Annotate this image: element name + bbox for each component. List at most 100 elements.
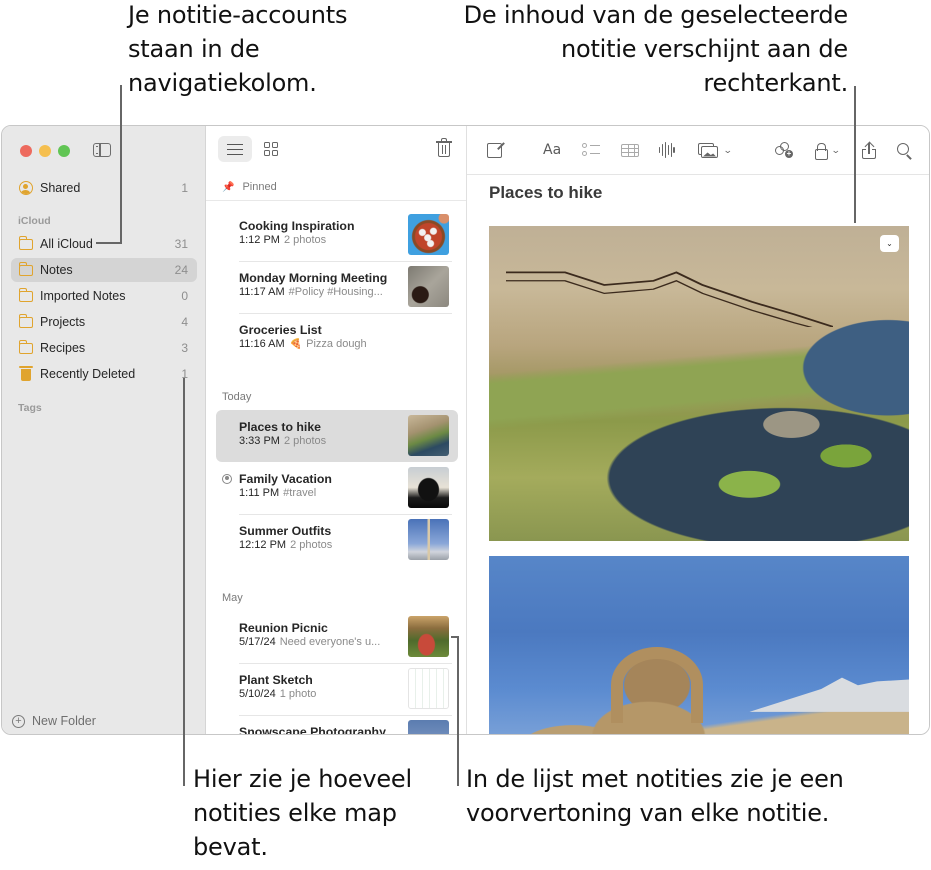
gallery-view-button[interactable] (254, 136, 288, 162)
mountains-detail (749, 677, 909, 712)
compose-icon (487, 142, 502, 158)
note-count: 3 (181, 341, 188, 355)
window-controls (20, 145, 70, 157)
sidebar-item-shared[interactable]: Shared 1 (11, 176, 197, 200)
note-time: 5/17/24 (239, 636, 276, 648)
pinned-header: 📌 Pinned (222, 181, 277, 193)
photo-icon (698, 142, 718, 158)
grid-icon (264, 142, 278, 156)
callout-navigation-column: Je notitie-accounts staan in de navigati… (128, 1, 348, 97)
pin-icon: 📌 (222, 181, 235, 193)
sidebar-toggle-icon[interactable] (93, 143, 111, 157)
zoom-button[interactable] (58, 145, 70, 157)
close-button[interactable] (20, 145, 32, 157)
sidebar-item-all-icloud[interactable]: All iCloud 31 (11, 232, 197, 256)
note-preview: #Policy #Housing... (288, 286, 383, 298)
note-title: Snowscape Photography (239, 725, 386, 734)
note-title: Monday Morning Meeting (239, 271, 388, 285)
section-may: May (222, 592, 243, 604)
note-editor: Aa ⌄ + ⌄ Places to hike ⌄ (467, 126, 929, 734)
note-count: 24 (174, 263, 188, 277)
note-thumbnail (408, 519, 449, 560)
note-preview: 2 photos (283, 435, 327, 447)
sidebar-item-recently-deleted[interactable]: Recently Deleted 1 (11, 362, 197, 386)
note-list-toolbar (218, 136, 454, 162)
fence-detail (505, 271, 834, 327)
shared-person-icon (19, 181, 33, 195)
checklist-button[interactable] (582, 140, 600, 160)
lock-button[interactable]: ⌄ (815, 140, 841, 160)
note-thumbnail (408, 720, 449, 734)
note-item[interactable]: Groceries List 11:16 AM 🍕 Pizza dough (216, 313, 458, 365)
sidebar-item-notes[interactable]: Notes 24 (11, 258, 197, 282)
note-title: Cooking Inspiration (239, 219, 355, 233)
callout-folder-counts: Hier zie je hoeveel notities elke map be… (193, 765, 412, 861)
search-button[interactable] (897, 140, 912, 160)
photo-options-button[interactable]: ⌄ (880, 235, 899, 252)
note-heading: Places to hike (489, 183, 603, 202)
audio-button[interactable] (659, 140, 675, 160)
note-item[interactable]: Family Vacation 1:11 PM #travel (216, 462, 458, 515)
share-button[interactable] (862, 140, 876, 160)
table-button[interactable] (621, 140, 639, 160)
note-title: Summer Outfits (239, 524, 332, 538)
collaborate-button[interactable]: + (775, 140, 793, 160)
editor-toolbar: Aa ⌄ + ⌄ (467, 126, 929, 175)
note-preview: 1 photo (279, 688, 317, 700)
note-item[interactable]: Monday Morning Meeting 11:17 AM #Policy #… (216, 261, 458, 314)
note-item[interactable]: Reunion Picnic 5/17/24 Need everyone's u.… (216, 611, 458, 664)
plus-circle-icon: + (12, 714, 25, 728)
note-time: 1:12 PM (239, 234, 280, 246)
note-time: 11:17 AM (239, 286, 285, 298)
waveform-icon (659, 142, 675, 158)
note-item[interactable]: Summer Outfits 12:12 PM 2 photos (216, 514, 458, 566)
sidebar-item-projects[interactable]: Projects 4 (11, 310, 197, 334)
sidebar-item-label: Projects (40, 315, 86, 329)
sidebar-item-label: All iCloud (40, 237, 93, 251)
note-thumbnail (408, 668, 449, 709)
minimize-button[interactable] (39, 145, 51, 157)
delete-note-button[interactable] (436, 138, 452, 158)
leader-line (96, 242, 122, 244)
note-time: 1:11 PM (239, 487, 280, 499)
section-tags: Tags (18, 402, 42, 414)
note-count: 1 (181, 181, 188, 195)
note-item[interactable]: Cooking Inspiration 1:12 PM 2 photos (216, 209, 458, 262)
note-item-selected[interactable]: Places to hike 3:33 PM 2 photos (216, 410, 458, 462)
sidebar: Shared 1 iCloud All iCloud 31 Notes 24 I… (2, 126, 206, 734)
leader-line (854, 86, 856, 223)
sidebar-item-label: Shared (40, 181, 81, 195)
folder-icon (19, 261, 33, 276)
chevron-down-icon: ⌄ (886, 239, 893, 248)
note-title: Groceries List (239, 323, 322, 337)
sidebar-item-imported-notes[interactable]: Imported Notes 0 (11, 284, 197, 308)
note-title: Reunion Picnic (239, 621, 328, 635)
divider (206, 200, 466, 201)
leader-line (457, 636, 459, 786)
chevron-down-icon: ⌄ (830, 144, 841, 155)
folder-icon (19, 235, 33, 250)
note-item[interactable]: Snowscape Photography (216, 715, 458, 734)
table-icon (621, 143, 639, 157)
hike-photo-arch[interactable] (489, 556, 909, 734)
note-item[interactable]: Plant Sketch 5/10/24 1 photo (216, 663, 458, 716)
new-folder-button[interactable]: + New Folder (12, 714, 96, 728)
search-icon (897, 142, 912, 158)
rock-arch-detail (610, 647, 704, 724)
sidebar-item-recipes[interactable]: Recipes 3 (11, 336, 197, 360)
sidebar-item-label: Imported Notes (40, 289, 126, 303)
note-time: 3:33 PM (239, 435, 280, 447)
notes-window: Shared 1 iCloud All iCloud 31 Notes 24 I… (1, 125, 930, 735)
folder-icon (19, 313, 33, 328)
list-view-button[interactable] (218, 136, 252, 162)
share-icon (862, 141, 876, 159)
hike-photo-river[interactable]: ⌄ (489, 226, 909, 541)
new-note-button[interactable] (487, 140, 502, 160)
format-button[interactable]: Aa (543, 140, 561, 160)
note-count: 0 (181, 289, 188, 303)
note-title: Plant Sketch (239, 673, 313, 687)
media-button[interactable]: ⌄ (698, 140, 733, 160)
leader-line (120, 85, 122, 243)
lock-icon (815, 142, 828, 160)
shared-icon (222, 474, 232, 484)
